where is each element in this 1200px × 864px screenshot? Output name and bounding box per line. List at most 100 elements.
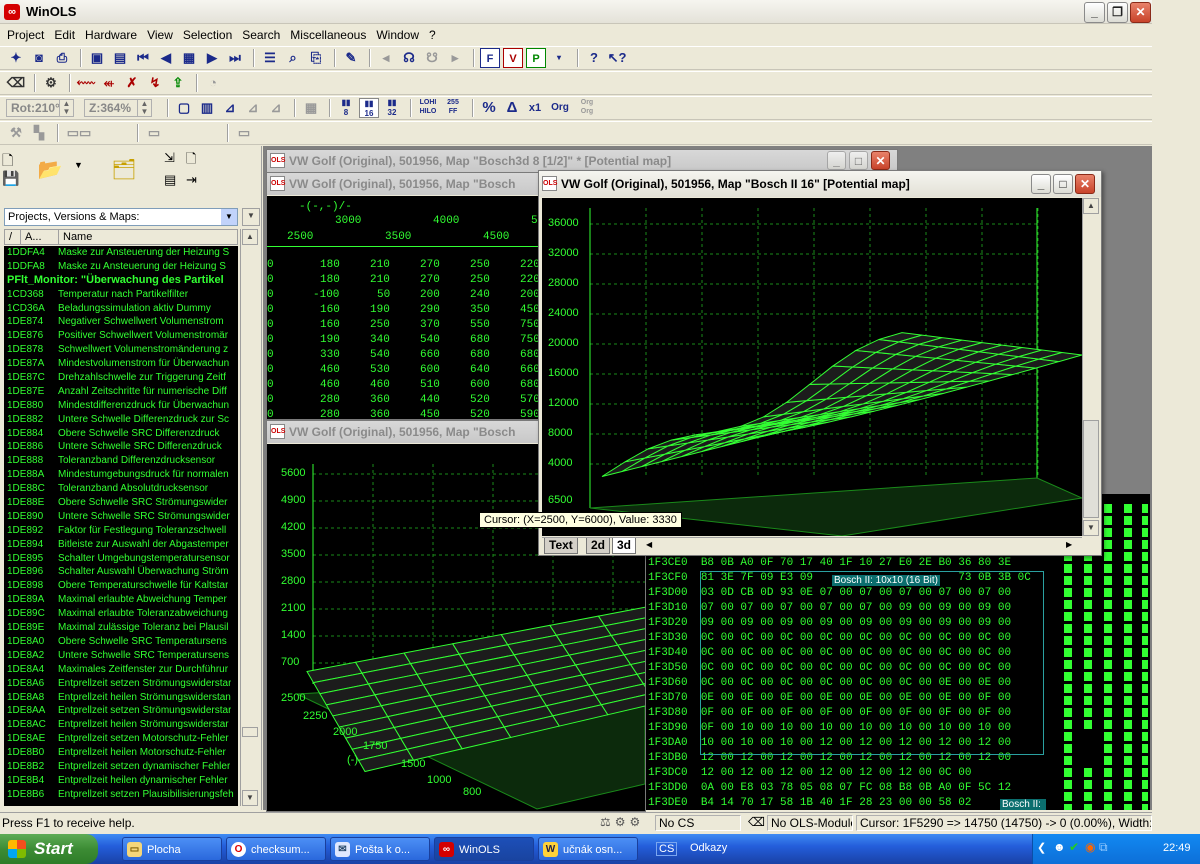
scroll-up-button[interactable]: ▲ <box>242 229 258 245</box>
table-cell[interactable]: 210 <box>370 258 390 273</box>
win1-maximize-button[interactable]: □ <box>849 151 868 170</box>
map-window-bosch-ii-16[interactable]: OLS VW Golf (Original), 501956, Map "Bosc… <box>538 170 1102 556</box>
map-list-item[interactable]: 1DE876 Positiver Schwellwert Volumenstrom… <box>4 329 238 343</box>
zoom-spinner[interactable]: Z:364% ▲ ▼ <box>84 99 152 117</box>
map-list-item[interactable]: 1DE8AA Entprellzeit setzen Strömungswider… <box>4 704 238 718</box>
table-cell[interactable]: 370 <box>420 318 440 333</box>
table-cell[interactable]: 590 <box>520 408 540 419</box>
verify-icon[interactable]: ✗ <box>122 73 142 93</box>
spin-a-icon[interactable]: ▭▭ <box>64 123 94 143</box>
table-cell[interactable]: 460 <box>320 378 340 393</box>
map-list-item[interactable]: 1DE8A2 Untere Schwelle SRC Temperatursens <box>4 649 238 663</box>
menu-selection[interactable]: Selection <box>178 28 237 42</box>
language-indicator[interactable]: CS <box>656 842 678 856</box>
table-cell[interactable]: 340 <box>370 333 390 348</box>
hex-row[interactable]: 1F3DA0 10 00 10 00 10 00 12 00 12 00 12 … <box>648 736 1031 751</box>
table-cell[interactable]: 0 <box>267 408 274 419</box>
table-cell[interactable]: 750 <box>520 333 540 348</box>
plot-scrollbar[interactable]: ▲ ▼ <box>1082 198 1099 536</box>
view-2d-icon[interactable]: ▢ <box>174 98 194 118</box>
taskbar-winols[interactable]: ∞ WinOLS <box>434 837 534 861</box>
map-list-item[interactable]: 1DE88A Mindestumgebungsdruck für normalen <box>4 468 238 482</box>
map-list-item[interactable]: 1DE8B4 Entprellzeit heilen dynamischer Fe… <box>4 774 238 788</box>
map-list-item[interactable]: 1DE895 Schalter Umgebungstemperatursensor <box>4 552 238 566</box>
menu-edit[interactable]: Edit <box>49 28 80 42</box>
tab-text[interactable]: Text <box>544 538 578 554</box>
map-list-item[interactable]: 1DDFA8 Maske zu Ansteuerung der Heizung S <box>4 260 238 274</box>
table-cell[interactable]: 680 <box>470 348 490 363</box>
original-button[interactable]: Org <box>548 98 572 118</box>
hex-row[interactable]: 1F3D80 0F 00 0F 00 0F 00 0F 00 0F 00 0F … <box>648 706 1031 721</box>
table-cell[interactable]: 240 <box>470 288 490 303</box>
table-cell[interactable]: 660 <box>520 363 540 378</box>
original-compare-button[interactable]: Org Org <box>575 98 599 118</box>
table-cell[interactable]: 250 <box>470 258 490 273</box>
map-window-text[interactable]: OLS VW Golf (Original), 501956, Map "Bosc… <box>266 172 542 420</box>
hex-row[interactable]: 1F3D90 0F 00 10 00 10 00 10 00 10 00 10 … <box>648 721 1031 736</box>
table-cell[interactable]: 190 <box>320 333 340 348</box>
network-icon[interactable]: ⧉ <box>1099 840 1108 855</box>
links-toolbar[interactable]: Odkazy <box>690 842 727 854</box>
percent-icon[interactable]: % <box>479 98 499 118</box>
table-cell[interactable]: 290 <box>420 303 440 318</box>
col-name[interactable]: Name <box>59 230 237 244</box>
tab-3d[interactable]: 3d <box>612 538 637 554</box>
map-list-item[interactable]: 1DE886 Untere Schwelle SRC Differenzdruck <box>4 440 238 454</box>
col-slash[interactable]: / <box>5 230 21 244</box>
table-cell[interactable]: 330 <box>320 348 340 363</box>
map-list-item[interactable]: 1DE88E Obere Schwelle SRC Strömungswider <box>4 496 238 510</box>
map-list-item[interactable]: 1DE87A Mindestvolumenstrom für Überwachun <box>4 357 238 371</box>
hex-row[interactable]: 1F3D70 0E 00 0E 00 0E 00 0E 00 0E 00 0E … <box>648 691 1031 706</box>
map-list-item[interactable]: 1DE89E Maximal zulässige Toleranz bei Pla… <box>4 621 238 635</box>
taskbar-ucnak[interactable]: Wučnák osn... <box>538 837 638 861</box>
hex-row[interactable]: 1F3D10 07 00 07 00 07 00 07 00 07 00 09 … <box>648 601 1031 616</box>
compare-icon[interactable]: ▤ <box>110 48 130 68</box>
restore-button[interactable]: ❐ <box>1107 2 1128 23</box>
table-cell[interactable]: 540 <box>420 333 440 348</box>
map-list-item[interactable]: 1DE89A Maximal erlaubte Abweichung Temper <box>4 593 238 607</box>
table-cell[interactable]: 0 <box>267 333 274 348</box>
grid-icon[interactable]: ▦ <box>301 98 321 118</box>
minimize-button[interactable]: _ <box>1084 2 1105 23</box>
map-list-item[interactable]: 1DE874 Negativer Schwellwert Volumenstrom <box>4 315 238 329</box>
hex-row[interactable]: 1F3DC0 12 00 12 00 12 00 12 00 12 00 12 … <box>648 766 1031 781</box>
map-list-item[interactable]: 1DE882 Untere Schwelle Differenzdruck zur… <box>4 413 238 427</box>
map-list-item[interactable]: 1DE8B0 Entprellzeit heilen Motorschutz-Fe… <box>4 746 238 760</box>
print-icon[interactable]: ⎙ <box>52 48 72 68</box>
import-icon[interactable]: ⇲ <box>164 150 175 166</box>
map-list-item[interactable]: 1DE8AE Entprellzeit setzen Motorschutz-Fe… <box>4 732 238 746</box>
map-list-item[interactable]: 1DE88C Toleranzband Absolutdrucksensor <box>4 482 238 496</box>
table-cell[interactable]: 0 <box>267 393 274 408</box>
map-list-item[interactable]: 1DE8A8 Entprellzeit heilen Strömungswider… <box>4 691 238 705</box>
new-version-icon[interactable]: 🗋 <box>186 150 196 172</box>
map-list-item[interactable]: 1DE8A0 Obere Schwelle SRC Temperatursens <box>4 635 238 649</box>
p-icon[interactable]: P <box>526 48 546 68</box>
panel-collapse-button[interactable]: ▼ <box>242 208 260 226</box>
hex-row[interactable]: 1F3D40 0C 00 0C 00 0C 00 0C 00 0C 00 0C … <box>648 646 1031 661</box>
table-cell[interactable]: 200 <box>520 288 540 303</box>
table-cell[interactable]: 0 <box>267 318 274 333</box>
table-cell[interactable]: 350 <box>470 303 490 318</box>
menu-search[interactable]: Search <box>237 28 285 42</box>
save-icon[interactable]: 💾 <box>2 170 19 187</box>
map-list-item[interactable]: 1DE896 Schalter Auswahl Überwachung Ström <box>4 565 238 579</box>
project-combo[interactable]: Projects, Versions & Maps: ▼ <box>4 208 238 226</box>
map-list-item[interactable]: 1DE888 Toleranzband Differenzdrucksensor <box>4 454 238 468</box>
forward-icon[interactable]: ▸ <box>445 48 465 68</box>
table-cell[interactable]: 550 <box>470 318 490 333</box>
lohi-button[interactable]: LOHI HILO <box>417 98 439 118</box>
write-icon[interactable]: ⬴ <box>99 73 119 93</box>
map-list-item[interactable]: 1DE8A4 Maximales Zeitfenster zur Durchfüh… <box>4 663 238 677</box>
next-icon[interactable]: ▶ <box>202 48 222 68</box>
bit8-icon[interactable]: ▮▮ 8 <box>336 98 356 118</box>
col-address[interactable]: A... <box>21 230 59 244</box>
tray-expand-icon[interactable]: ❮ <box>1037 841 1046 854</box>
properties-icon[interactable]: ▤ <box>164 172 176 188</box>
hex-row[interactable]: 1F3D30 0C 00 0C 00 0C 00 0C 00 0C 00 0C … <box>648 631 1031 646</box>
chart-icon[interactable]: ⊿ <box>220 98 240 118</box>
table-cell[interactable]: 210 <box>370 273 390 288</box>
table-cell[interactable]: 640 <box>470 363 490 378</box>
upload-icon[interactable]: ⇪ <box>168 73 188 93</box>
plot-scroll-thumb[interactable] <box>1083 420 1099 518</box>
factor-button[interactable]: x1 <box>525 98 545 118</box>
